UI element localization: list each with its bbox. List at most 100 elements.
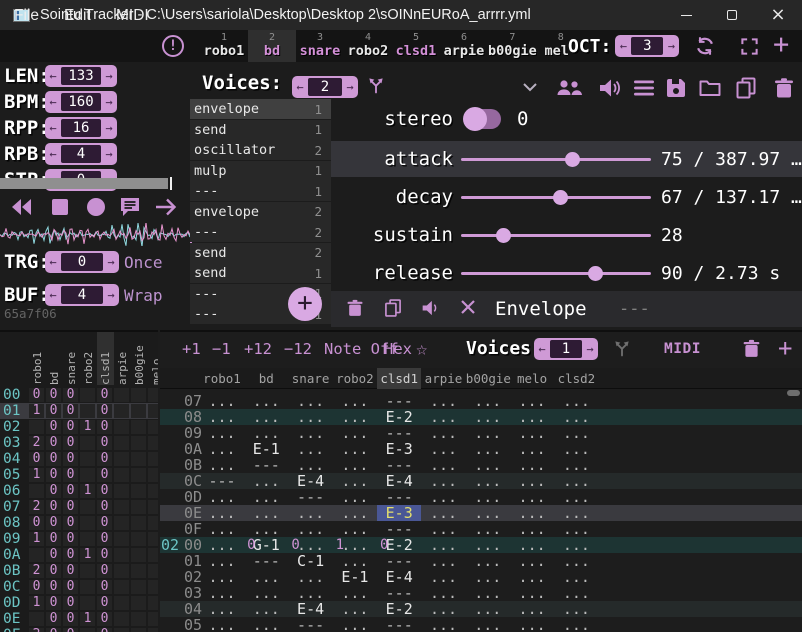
order-cell[interactable] xyxy=(80,436,95,450)
pattern-cell[interactable]: ... xyxy=(244,521,288,537)
unit-row-send[interactable]: send1 xyxy=(190,120,331,140)
order-cell[interactable] xyxy=(148,436,158,450)
pattern-cell[interactable]: ... xyxy=(466,617,510,632)
tracker-column-b00gie[interactable]: b00gie xyxy=(466,368,510,389)
order-cell[interactable]: 0 xyxy=(46,500,61,514)
close-button[interactable]: × xyxy=(755,0,801,30)
order-cell[interactable]: 0 xyxy=(97,532,112,546)
pattern-cell[interactable]: --- xyxy=(377,393,421,409)
pattern-cell[interactable]: --- xyxy=(377,553,421,569)
tracker-row-02[interactable]: 02.........E-1E-4............ xyxy=(160,569,802,585)
instrument-tab-arpie[interactable]: 6arpie xyxy=(440,30,488,62)
tracker-scrollbar[interactable] xyxy=(787,390,800,396)
pattern-cell[interactable]: ... xyxy=(244,425,288,441)
order-cell[interactable]: 0 xyxy=(29,516,44,530)
pattern-cell[interactable]: E-1 xyxy=(333,569,377,585)
order-cell[interactable] xyxy=(131,500,146,514)
order-cell[interactable]: 0 xyxy=(97,388,112,402)
param-slider-handle[interactable] xyxy=(588,266,603,281)
order-cell[interactable] xyxy=(114,420,129,434)
sampling-mode[interactable]: Wrap xyxy=(124,286,163,305)
order-cell[interactable]: 0 xyxy=(97,596,112,610)
pattern-cell[interactable]: ... xyxy=(289,569,333,585)
stop-button[interactable] xyxy=(48,195,72,219)
pattern-cell[interactable]: ... xyxy=(554,425,598,441)
pattern-cell[interactable]: ... xyxy=(510,393,554,409)
order-cell[interactable]: 1 xyxy=(80,420,95,434)
order-cell[interactable] xyxy=(114,404,129,418)
unit-row-dashdashdash[interactable]: ---2 xyxy=(190,222,331,242)
pattern-cell[interactable]: ... xyxy=(510,601,554,617)
order-cell[interactable] xyxy=(131,452,146,466)
order-cell[interactable]: 1 xyxy=(80,612,95,626)
pattern-cell[interactable]: ... xyxy=(244,489,288,505)
order-cell[interactable] xyxy=(29,420,44,434)
order-cell[interactable]: 0 xyxy=(46,548,61,562)
menu-midi[interactable]: MIDI xyxy=(116,0,149,32)
order-cell[interactable] xyxy=(80,532,95,546)
order-cell[interactable] xyxy=(131,532,146,546)
pattern-cell[interactable]: E-2 xyxy=(377,409,421,425)
pattern-cell[interactable]: ... xyxy=(466,601,510,617)
pattern-cell[interactable]: ... xyxy=(510,409,554,425)
order-cell[interactable]: 0 xyxy=(97,404,112,418)
pattern-cell[interactable]: ... xyxy=(466,505,510,521)
order-cell[interactable]: 0 xyxy=(46,580,61,594)
order-cell[interactable]: 0 xyxy=(63,596,78,610)
order-cell[interactable] xyxy=(80,596,95,610)
warning-circle-icon[interactable]: ! xyxy=(162,35,184,57)
param-slider-handle[interactable] xyxy=(565,152,580,167)
pattern-cell[interactable]: ... xyxy=(333,489,377,505)
pattern-cell[interactable]: ... xyxy=(422,505,466,521)
pattern-cell[interactable]: --- xyxy=(244,457,288,473)
pattern-cell[interactable]: ... xyxy=(554,457,598,473)
disable-x-icon[interactable] xyxy=(459,298,481,320)
tracker-column-clsd1[interactable]: clsd1 xyxy=(377,368,421,389)
pattern-cell[interactable]: ... xyxy=(244,393,288,409)
pattern-cell[interactable]: ... xyxy=(289,441,333,457)
pattern-cell[interactable]: ... xyxy=(422,393,466,409)
stepper-decrease-arrow[interactable]: ← xyxy=(292,76,308,98)
instrument-tab-clsd1[interactable]: 5clsd1 xyxy=(392,30,440,62)
order-cell[interactable] xyxy=(148,612,158,626)
stereo-toggle[interactable] xyxy=(465,109,501,129)
setting-stepper[interactable]: ←16→ xyxy=(45,117,117,139)
order-row-0D[interactable]: 0D1000 xyxy=(0,595,158,611)
order-cell[interactable]: 1 xyxy=(29,532,44,546)
order-cell[interactable] xyxy=(114,596,129,610)
comment-button[interactable] xyxy=(118,195,142,219)
unit-row-envelope[interactable]: envelope1 xyxy=(190,99,331,119)
pattern-cell[interactable]: ... xyxy=(510,585,554,601)
order-cell[interactable]: 0 xyxy=(63,452,78,466)
order-cell[interactable]: 0 xyxy=(46,612,61,626)
midi-button[interactable]: MIDI xyxy=(664,332,701,366)
order-cell[interactable] xyxy=(114,468,129,482)
order-row-02[interactable]: 020010 xyxy=(0,419,158,435)
order-row-05[interactable]: 051000 xyxy=(0,467,158,483)
order-cell[interactable] xyxy=(131,548,146,562)
order-cell[interactable] xyxy=(29,612,44,626)
order-cell[interactable]: 0 xyxy=(97,500,112,514)
order-cell[interactable]: 0 xyxy=(63,516,78,530)
order-column-bd[interactable]: bd xyxy=(46,332,63,385)
stepper-decrease-arrow[interactable]: ← xyxy=(45,65,61,87)
pattern-cell[interactable]: E-2 xyxy=(377,601,421,617)
order-cell[interactable]: 0 xyxy=(63,628,78,632)
pattern-cell[interactable]: ... xyxy=(422,585,466,601)
instrument-tab-robo2[interactable]: 4robo2 xyxy=(344,30,392,62)
tracker-row-01[interactable]: 01...---C-1...---............ xyxy=(160,553,802,569)
pattern-cell[interactable]: ... xyxy=(333,505,377,521)
pattern-cell[interactable]: --- xyxy=(200,473,244,489)
order-cell[interactable] xyxy=(80,468,95,482)
order-cell[interactable]: 0 xyxy=(46,468,61,482)
order-cell[interactable] xyxy=(114,532,129,546)
order-cell[interactable] xyxy=(114,564,129,578)
order-row-0C[interactable]: 0C0000 xyxy=(0,579,158,595)
pattern-cell[interactable]: --- xyxy=(289,617,333,632)
order-row-01[interactable]: 011000 xyxy=(0,403,158,419)
pattern-delete-trash-icon[interactable] xyxy=(741,338,763,360)
order-cell[interactable]: 0 xyxy=(63,500,78,514)
sampling-stepper[interactable]: ←4→ xyxy=(45,284,119,306)
tracker-row-0D[interactable]: 0D......---...---............ xyxy=(160,489,802,505)
unit-row-send[interactable]: send2 xyxy=(190,243,331,263)
